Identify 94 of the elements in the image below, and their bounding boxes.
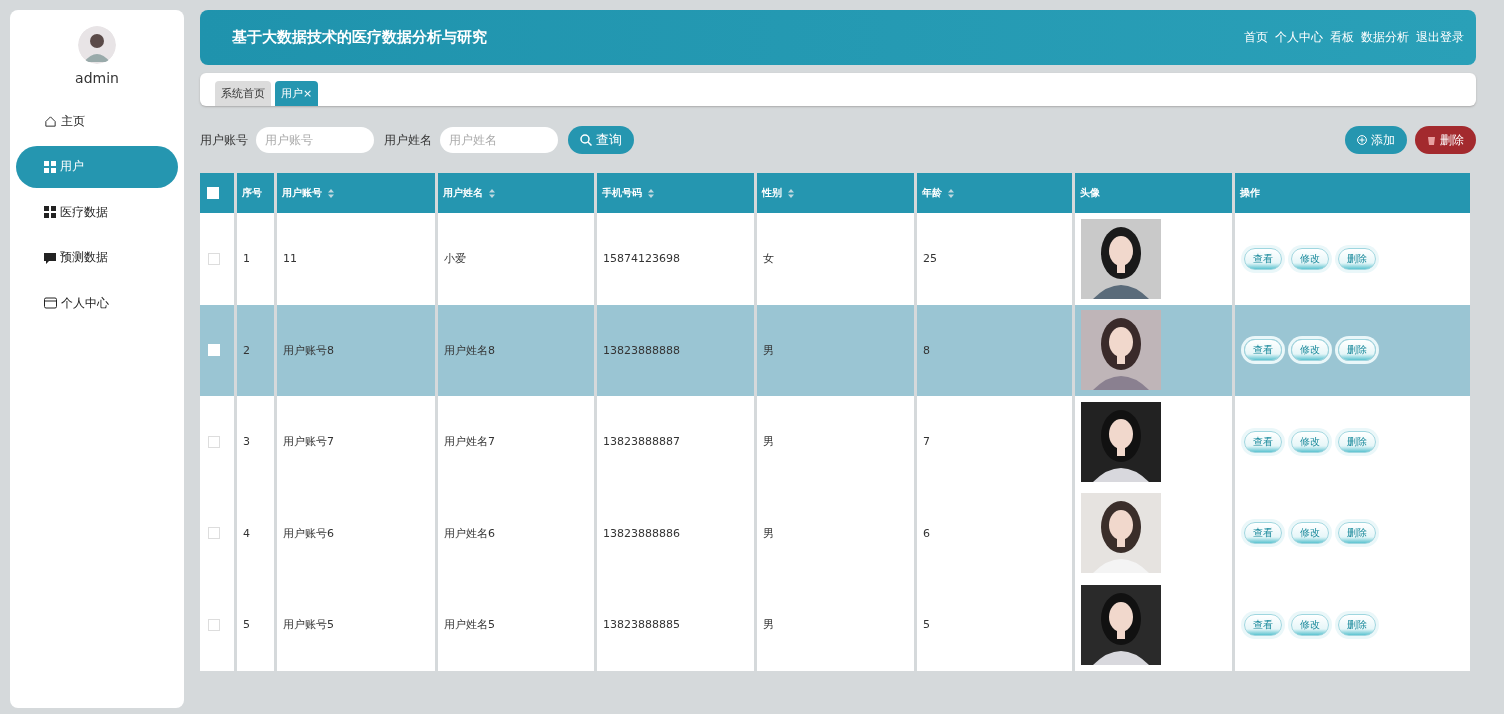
table-cell: 用户姓名7 xyxy=(438,396,597,488)
row-action-button[interactable]: 查看 xyxy=(1244,430,1282,453)
avatar xyxy=(78,26,116,64)
user-name: admin xyxy=(75,70,119,86)
nav-link[interactable]: 看板 xyxy=(1330,30,1354,45)
sidebar-item[interactable]: 个人中心 xyxy=(16,282,178,324)
tab[interactable]: 系统首页 xyxy=(215,81,271,106)
field-label: 用户账号 xyxy=(200,132,248,148)
column-header: 头像 xyxy=(1075,173,1235,213)
table-cell: 男 xyxy=(757,304,917,396)
table-cell: 13823888887 xyxy=(597,396,757,488)
table-cell: 用户账号6 xyxy=(277,487,438,579)
sidebar-item[interactable]: 主页 xyxy=(16,100,178,142)
table-cell: 3 xyxy=(237,396,277,488)
table-cell: 用户账号7 xyxy=(277,396,438,488)
row-action-button[interactable]: 删除 xyxy=(1338,339,1376,362)
table-cell: 7 xyxy=(917,396,1075,488)
table-cell: 13823888888 xyxy=(597,304,757,396)
tab[interactable]: 用户× xyxy=(275,81,319,106)
table-cell: 2 xyxy=(237,304,277,396)
sidebar-item[interactable]: 医疗数据 xyxy=(16,191,178,233)
add-button[interactable]: 添加 xyxy=(1345,126,1407,154)
column-header: 用户账号 xyxy=(277,173,438,213)
sidebar-item[interactable]: 用户 xyxy=(16,145,178,188)
table-cell: 男 xyxy=(757,487,917,579)
table-cell: 5 xyxy=(237,579,277,671)
sidebar-item[interactable]: 预测数据 xyxy=(16,236,178,279)
table-cell: 用户姓名8 xyxy=(438,304,597,396)
table-cell: 11 xyxy=(277,213,438,305)
chat-icon xyxy=(44,251,56,264)
row-action-button[interactable]: 删除 xyxy=(1338,522,1376,545)
table-cell: 女 xyxy=(757,213,917,305)
table-cell: 4 xyxy=(237,487,277,579)
home-icon xyxy=(44,114,57,128)
nav-link[interactable]: 退出登录 xyxy=(1416,30,1464,45)
row-action-button[interactable]: 查看 xyxy=(1244,339,1282,362)
search-icon xyxy=(580,134,592,146)
grid-icon xyxy=(44,206,56,218)
column-header: 序号 xyxy=(237,173,277,213)
table-cell: 8 xyxy=(917,304,1075,396)
table-cell: 5 xyxy=(917,579,1075,671)
row-action-button[interactable]: 修改 xyxy=(1291,247,1329,270)
row-action-button[interactable]: 查看 xyxy=(1244,522,1282,545)
row-checkbox[interactable] xyxy=(208,618,220,631)
delete-button[interactable]: 删除 xyxy=(1415,126,1476,154)
sort-icon[interactable] xyxy=(948,188,954,198)
search-button[interactable]: 查询 xyxy=(568,126,634,154)
table-cell: 用户姓名6 xyxy=(438,487,597,579)
table-cell: 男 xyxy=(757,396,917,488)
column-header: 用户姓名 xyxy=(438,173,597,213)
table-cell: 6 xyxy=(917,487,1075,579)
card-icon xyxy=(44,297,57,309)
plus-circle-icon xyxy=(1357,135,1367,145)
column-header: 性别 xyxy=(757,173,917,213)
grid-icon xyxy=(44,160,56,173)
sort-icon[interactable] xyxy=(788,188,794,198)
row-action-button[interactable]: 修改 xyxy=(1291,339,1329,362)
row-action-button[interactable]: 删除 xyxy=(1338,430,1376,453)
table-cell: 小爱 xyxy=(438,213,597,305)
table-cell: 15874123698 xyxy=(597,213,757,305)
row-action-button[interactable]: 删除 xyxy=(1338,613,1376,636)
table-cell: 13823888886 xyxy=(597,487,757,579)
select-all-checkbox[interactable] xyxy=(207,187,219,199)
sort-icon[interactable] xyxy=(489,188,495,198)
nav-link[interactable]: 个人中心 xyxy=(1275,30,1323,45)
row-checkbox[interactable] xyxy=(208,252,220,265)
row-action-button[interactable]: 查看 xyxy=(1244,247,1282,270)
nav-link[interactable]: 首页 xyxy=(1244,30,1268,45)
row-checkbox[interactable] xyxy=(208,435,220,448)
trash-icon xyxy=(1427,135,1436,145)
search-field[interactable]: 用户账号 xyxy=(256,127,374,153)
sort-icon[interactable] xyxy=(648,188,654,198)
nav-link[interactable]: 数据分析 xyxy=(1361,30,1409,45)
row-action-button[interactable]: 修改 xyxy=(1291,430,1329,453)
column-header: 手机号码 xyxy=(597,173,757,213)
app-title: 基于大数据技术的医疗数据分析与研究 xyxy=(232,28,487,47)
row-action-button[interactable]: 修改 xyxy=(1291,522,1329,545)
table-cell: 用户姓名5 xyxy=(438,579,597,671)
table-cell: 男 xyxy=(757,579,917,671)
table-cell: 13823888885 xyxy=(597,579,757,671)
column-header: 年龄 xyxy=(917,173,1075,213)
row-checkbox[interactable] xyxy=(208,527,220,540)
field-label: 用户姓名 xyxy=(384,132,432,148)
table-cell: 用户账号5 xyxy=(277,579,438,671)
row-action-button[interactable]: 修改 xyxy=(1291,613,1329,636)
row-action-button[interactable]: 查看 xyxy=(1244,613,1282,636)
search-field[interactable]: 用户姓名 xyxy=(440,127,558,153)
close-button[interactable]: × xyxy=(303,87,313,100)
table-cell: 25 xyxy=(917,213,1075,305)
table-cell: 用户账号8 xyxy=(277,304,438,396)
sort-icon[interactable] xyxy=(328,188,334,198)
row-action-button[interactable]: 删除 xyxy=(1338,247,1376,270)
table-cell: 1 xyxy=(237,213,277,305)
column-header: 操作 xyxy=(1235,173,1473,213)
